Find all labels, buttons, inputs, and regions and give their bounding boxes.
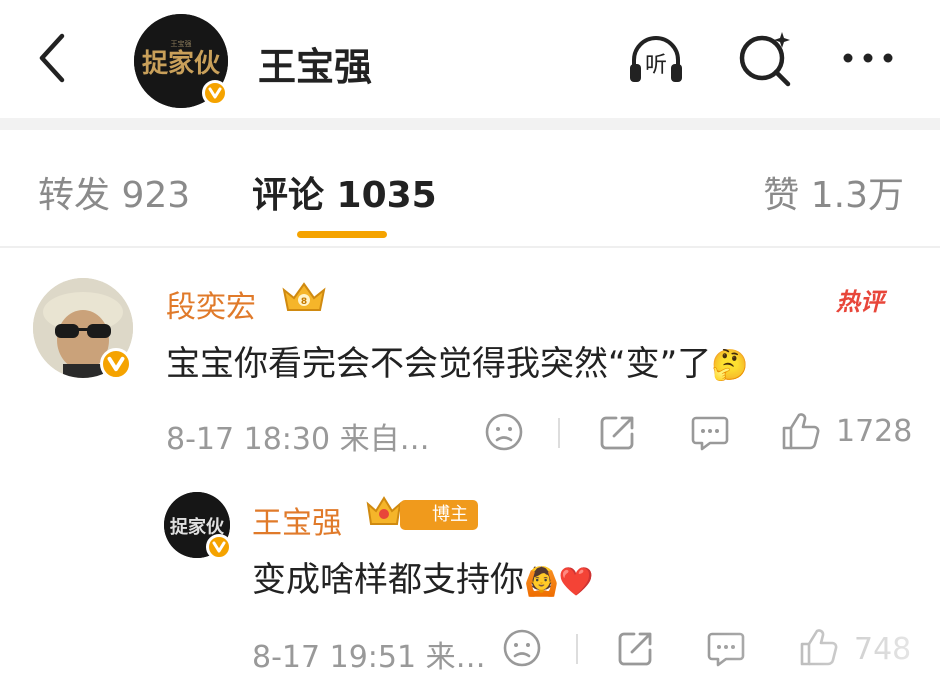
header-divider [0, 118, 940, 130]
verified-v-icon [107, 356, 125, 372]
comment-text-body: 宝宝你看完会不会觉得我突然“变”了 [166, 344, 712, 384]
svg-text:8: 8 [301, 297, 307, 307]
tabs-divider [0, 246, 940, 248]
comment-bubble-icon [691, 416, 729, 451]
share-icon [600, 416, 634, 450]
tab-repost[interactable]: 转发 923 [38, 166, 190, 218]
like-button[interactable] [778, 410, 822, 454]
headphones-icon: 听 [630, 36, 682, 82]
comment-text: 宝宝你看完会不会觉得我突然“变”了🤔 [166, 336, 749, 385]
listen-button[interactable]: 听 [624, 26, 688, 90]
bottom-fade-overlay [700, 618, 940, 692]
comment-meta: 8-17 18:30 来自… [166, 422, 430, 457]
search-button[interactable] [734, 26, 798, 90]
dislike-button[interactable] [482, 410, 526, 454]
verified-v-icon [212, 541, 226, 553]
thinking-emoji: 🤔 [711, 348, 749, 383]
reply-text: 变成啥样都支持你🙆❤️ [252, 552, 594, 601]
active-tab-indicator [297, 231, 387, 238]
svg-text:王宝强: 王宝强 [171, 39, 192, 48]
sad-face-icon [485, 413, 523, 451]
action-separator [576, 634, 578, 664]
verified-badge [100, 348, 132, 380]
like-count: 1728 [836, 414, 913, 449]
more-dots-icon [843, 53, 893, 63]
reply-share-button[interactable] [614, 626, 658, 670]
blogger-badge: 博主 [400, 500, 478, 530]
back-button[interactable] [28, 22, 78, 94]
search-icon [739, 32, 791, 87]
vip-crown-icon [364, 494, 404, 532]
share-icon [618, 632, 652, 666]
hot-comment-badge: 热评 [836, 288, 884, 316]
reply-emoji: 🙆❤️ [524, 565, 594, 598]
share-button[interactable] [596, 410, 640, 454]
reply-dislike-button[interactable] [500, 626, 544, 670]
svg-text:听: 听 [645, 53, 667, 78]
reply-text-body: 变成啥样都支持你 [252, 560, 524, 600]
verified-badge [202, 80, 228, 106]
page-title: 王宝强 [258, 45, 373, 89]
reply-button[interactable] [688, 410, 732, 454]
tab-comment[interactable]: 评论 1035 [252, 166, 437, 218]
verified-badge [206, 534, 232, 560]
more-button[interactable] [836, 26, 900, 90]
action-separator [558, 418, 560, 448]
thumbs-up-icon [782, 413, 820, 450]
reply-author-name[interactable]: 王宝强 [252, 498, 342, 542]
verified-v-icon [208, 87, 222, 99]
commenter-name[interactable]: 段奕宏 [166, 282, 256, 326]
reply-meta: 8-17 19:51 来… [252, 640, 486, 675]
chevron-left-icon [39, 33, 65, 83]
svg-text:捉家伙: 捉家伙 [142, 48, 221, 78]
vip-crown-icon: 8 [280, 280, 328, 316]
sad-face-icon [503, 629, 541, 667]
tab-like[interactable]: 赞 1.3万 [763, 166, 904, 218]
